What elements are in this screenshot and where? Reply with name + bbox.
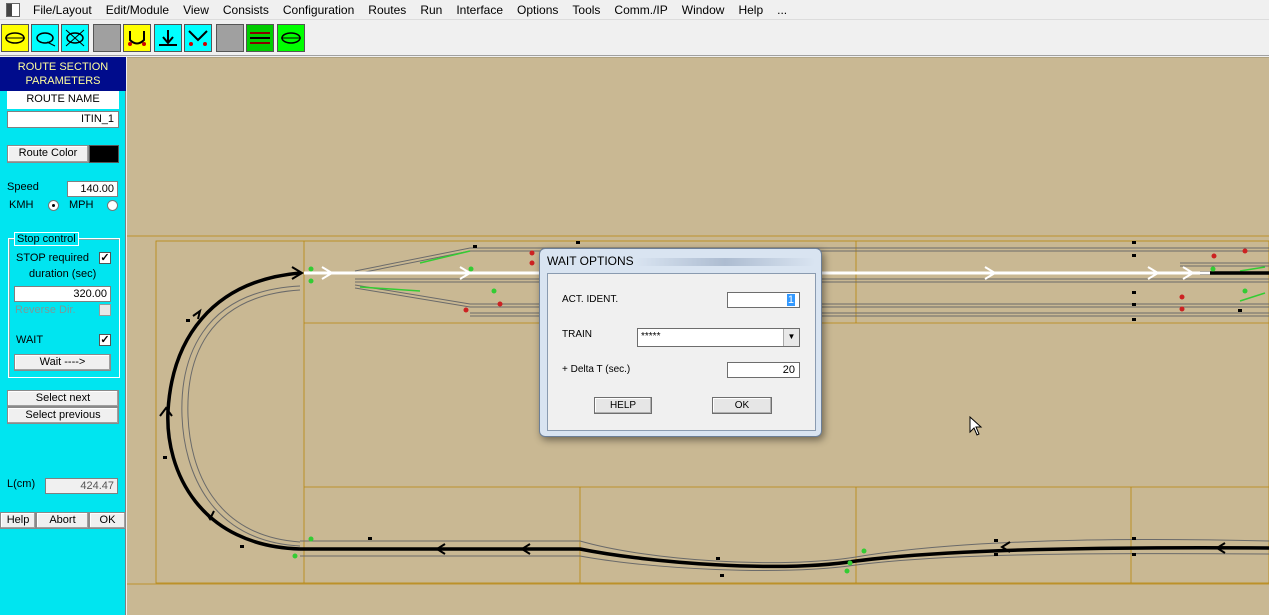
menu-comm-ip[interactable]: Comm./IP	[607, 0, 674, 20]
title-blur	[635, 258, 815, 266]
route-loop-alt-button[interactable]	[31, 24, 59, 52]
route-color-swatch[interactable]	[89, 145, 119, 163]
train-value: *****	[641, 331, 661, 342]
mouse-cursor-icon	[969, 416, 983, 436]
act-ident-label: ACT. IDENT.	[562, 294, 619, 305]
ok-button[interactable]: OK	[89, 512, 126, 529]
oval-button[interactable]	[277, 24, 305, 52]
route-loop-button[interactable]	[1, 24, 29, 52]
duration-label: duration (sec)	[29, 268, 97, 280]
down-arrow-icon	[159, 30, 177, 46]
stop-required-checkbox[interactable]: ✓	[99, 252, 111, 264]
mph-label: MPH	[69, 199, 94, 211]
reverse-dir-label: Reverse Dir.	[15, 304, 76, 316]
act-ident-input[interactable]: 1	[727, 292, 800, 308]
route-cross-icon	[65, 29, 85, 47]
speed-label: Speed	[7, 181, 39, 193]
abort-button[interactable]: Abort	[36, 512, 89, 529]
wait-checkbox[interactable]: ✓	[99, 334, 111, 346]
length-value: 424.47	[45, 478, 118, 494]
route-parameters-panel: ROUTE SECTION PARAMETERS ROUTE NAME ITIN…	[0, 57, 126, 615]
menu-options[interactable]: Options	[510, 0, 565, 20]
u-turn-button[interactable]	[123, 24, 151, 52]
act-ident-value: 1	[786, 294, 795, 306]
wait-label: WAIT	[16, 334, 44, 346]
menu-view[interactable]: View	[176, 0, 216, 20]
dialog-ok-button[interactable]: OK	[712, 397, 772, 414]
menu-edit-module[interactable]: Edit/Module	[99, 0, 176, 20]
route-cross-button[interactable]	[61, 24, 89, 52]
dialog-help-button[interactable]: HELP	[594, 397, 652, 414]
u-turn-icon	[128, 31, 146, 46]
chevron-down-icon[interactable]: ▼	[783, 329, 799, 346]
route-name-input[interactable]: ITIN_1	[7, 111, 119, 128]
menu-bar: File/Layout Edit/Module View Consists Co…	[0, 0, 1269, 20]
duration-input[interactable]: 320.00	[14, 286, 111, 302]
oval-icon	[281, 32, 301, 44]
blank-button-2[interactable]	[216, 24, 244, 52]
route-color-button[interactable]: Route Color	[7, 145, 89, 163]
lines-icon	[250, 32, 270, 44]
panel-header: ROUTE SECTION PARAMETERS	[0, 57, 126, 91]
train-label: TRAIN	[562, 329, 592, 340]
reverse-dir-checkbox[interactable]	[99, 304, 111, 316]
kmh-label: KMH	[9, 199, 34, 211]
blank-icon	[95, 28, 119, 48]
menu-configuration[interactable]: Configuration	[276, 0, 361, 20]
split-icon	[188, 30, 208, 46]
toolbar	[0, 22, 1269, 56]
blank-icon	[218, 28, 242, 48]
menu-routes[interactable]: Routes	[361, 0, 413, 20]
kmh-radio[interactable]	[48, 200, 59, 211]
train-select[interactable]: ***** ▼	[637, 328, 800, 347]
menu-consists[interactable]: Consists	[216, 0, 276, 20]
route-loop-icon	[5, 32, 25, 44]
wait-button[interactable]: Wait ---->	[14, 354, 111, 371]
select-next-button[interactable]: Select next	[7, 390, 119, 407]
dialog-body: ACT. IDENT. 1 TRAIN ***** ▼ + Delta T (s…	[547, 273, 816, 431]
down-arrow-button[interactable]	[154, 24, 182, 52]
menu-tools[interactable]: Tools	[565, 0, 607, 20]
select-previous-button[interactable]: Select previous	[7, 407, 119, 424]
help-button[interactable]: Help	[0, 512, 36, 529]
speed-input[interactable]: 140.00	[67, 181, 118, 197]
route-loop-alt-icon	[36, 32, 56, 47]
menu-more[interactable]: ...	[770, 0, 794, 20]
length-label: L(cm)	[7, 478, 36, 490]
mph-radio[interactable]	[107, 200, 118, 211]
menu-file-layout[interactable]: File/Layout	[26, 0, 99, 20]
stop-required-label: STOP required	[16, 252, 89, 264]
delta-t-input[interactable]: 20	[727, 362, 800, 378]
app-icon[interactable]	[6, 2, 20, 17]
menu-interface[interactable]: Interface	[449, 0, 510, 20]
lines-button[interactable]	[246, 24, 274, 52]
route-name-label: ROUTE NAME	[7, 91, 119, 109]
blank-button-1[interactable]	[93, 24, 121, 52]
dialog-title: WAIT OPTIONS	[547, 254, 634, 268]
menu-help[interactable]: Help	[731, 0, 770, 20]
menu-window[interactable]: Window	[675, 0, 732, 20]
stop-control-label: Stop control	[14, 232, 79, 246]
menu-run[interactable]: Run	[413, 0, 449, 20]
wait-options-dialog: WAIT OPTIONS ACT. IDENT. 1 TRAIN ***** ▼…	[539, 248, 822, 437]
delta-t-label: + Delta T (sec.)	[562, 364, 631, 375]
split-button[interactable]	[184, 24, 212, 52]
